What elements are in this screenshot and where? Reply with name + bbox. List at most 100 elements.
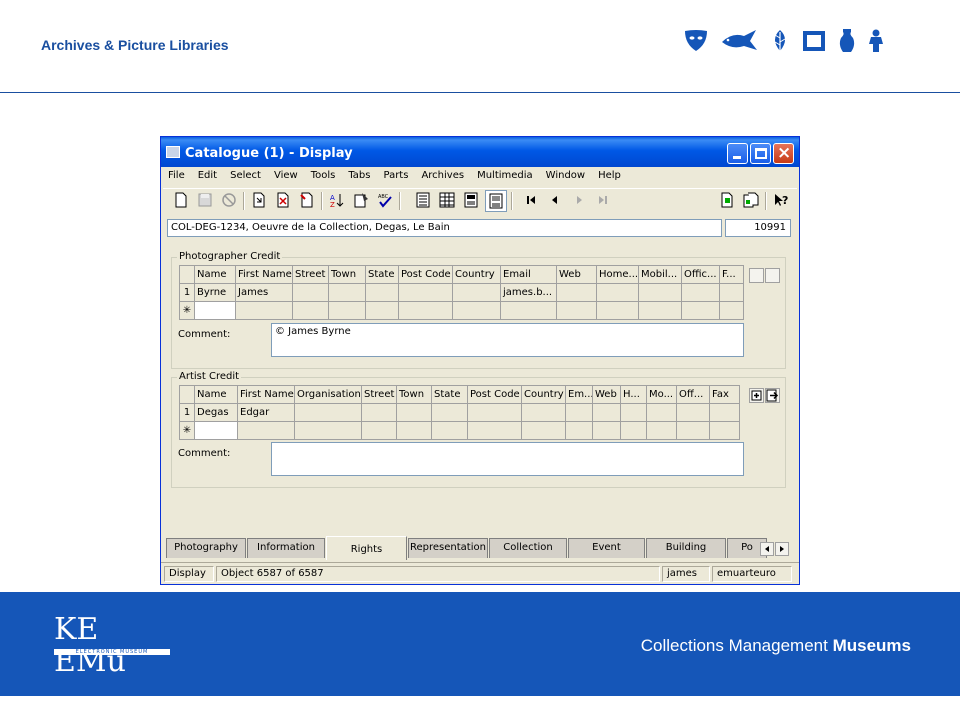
tab-collection[interactable]: Collection (489, 538, 567, 558)
table-cell[interactable] (194, 421, 238, 440)
column-header[interactable]: Post Code (398, 265, 453, 284)
sort-icon[interactable]: AZ (329, 192, 345, 208)
report-icon[interactable] (353, 192, 369, 208)
column-header[interactable]: Country (452, 265, 501, 284)
column-header[interactable]: Em... (565, 385, 593, 404)
column-header[interactable]: First Name (235, 265, 293, 284)
help-icon[interactable]: ? (773, 192, 789, 208)
menu-tools[interactable]: Tools (304, 167, 342, 185)
table-cell[interactable] (676, 421, 710, 440)
tab-representation[interactable]: Representation (408, 538, 488, 558)
table-cell[interactable]: Edgar (237, 403, 295, 422)
previous-record-icon[interactable] (547, 192, 563, 208)
window-titlebar[interactable]: Catalogue (1) - Display × (161, 137, 799, 167)
column-header[interactable]: Post Code (467, 385, 522, 404)
edit-record-icon[interactable] (299, 192, 315, 208)
column-header[interactable]: Town (396, 385, 432, 404)
page-view-icon[interactable] (463, 192, 479, 208)
tab-building[interactable]: Building (646, 538, 726, 558)
display-view-button[interactable] (485, 190, 507, 212)
attach-row-button[interactable] (749, 268, 764, 283)
column-header[interactable]: Home... (596, 265, 639, 284)
tab-event[interactable]: Event (568, 538, 645, 558)
table-cell[interactable] (235, 301, 293, 320)
tab-information[interactable]: Information (247, 538, 325, 558)
table-cell[interactable]: Degas (194, 403, 238, 422)
column-header[interactable]: F... (719, 265, 744, 284)
table-cell[interactable] (365, 283, 399, 302)
table-cell[interactable] (646, 421, 677, 440)
tab-scroll-left[interactable] (760, 542, 774, 556)
table-cell[interactable] (361, 421, 397, 440)
table-cell[interactable] (396, 421, 432, 440)
column-header[interactable]: Town (328, 265, 366, 284)
table-cell[interactable] (620, 421, 647, 440)
new-row[interactable]: ✳ (179, 421, 740, 440)
column-header[interactable]: State (431, 385, 468, 404)
table-cell[interactable] (467, 421, 522, 440)
menu-help[interactable]: Help (591, 167, 627, 185)
table-cell[interactable] (646, 403, 677, 422)
table-cell[interactable] (365, 301, 399, 320)
table-cell[interactable] (681, 301, 720, 320)
table-cell[interactable] (328, 301, 366, 320)
column-header[interactable]: Street (361, 385, 397, 404)
table-cell[interactable]: james.b... (500, 283, 557, 302)
table-cell[interactable] (521, 421, 566, 440)
table-cell[interactable] (638, 301, 682, 320)
first-record-icon[interactable] (523, 192, 539, 208)
close-button[interactable]: × (773, 143, 794, 164)
table-row[interactable]: 1 Degas Edgar (179, 403, 740, 422)
table-row[interactable]: 1 Byrne James james.b... (179, 283, 744, 302)
table-cell[interactable] (328, 283, 366, 302)
table-cell[interactable]: James (235, 283, 293, 302)
table-cell[interactable] (521, 403, 566, 422)
cancel-icon[interactable] (221, 192, 237, 208)
column-header[interactable]: Web (556, 265, 597, 284)
table-cell[interactable] (396, 403, 432, 422)
next-record-icon[interactable] (571, 192, 587, 208)
detach-artist-button[interactable] (765, 388, 780, 403)
table-cell[interactable] (237, 421, 295, 440)
table-cell[interactable] (398, 301, 453, 320)
table-cell[interactable] (681, 283, 720, 302)
table-cell[interactable] (556, 283, 597, 302)
table-cell[interactable] (500, 301, 557, 320)
column-header[interactable]: Offic... (681, 265, 720, 284)
spellcheck-icon[interactable]: ABC (377, 192, 393, 208)
table-cell[interactable] (709, 403, 740, 422)
delete-record-icon[interactable] (275, 192, 291, 208)
table-cell[interactable] (292, 283, 329, 302)
column-header[interactable]: Organisation (294, 385, 362, 404)
table-cell[interactable] (398, 283, 453, 302)
last-record-icon[interactable] (595, 192, 611, 208)
tab-scroll-right[interactable] (775, 542, 789, 556)
detach-row-button[interactable] (765, 268, 780, 283)
table-cell[interactable] (620, 403, 647, 422)
column-header[interactable]: Country (521, 385, 566, 404)
menu-select[interactable]: Select (223, 167, 267, 185)
column-header[interactable]: Street (292, 265, 329, 284)
table-cell[interactable]: Byrne (194, 283, 236, 302)
table-cell[interactable] (194, 301, 236, 320)
menu-edit[interactable]: Edit (191, 167, 223, 185)
attach-icon[interactable] (719, 192, 735, 208)
maximize-button[interactable] (750, 143, 771, 164)
table-cell[interactable] (719, 283, 744, 302)
table-cell[interactable] (294, 421, 362, 440)
column-header[interactable]: H... (620, 385, 647, 404)
table-cell[interactable] (452, 301, 501, 320)
column-header[interactable]: Email (500, 265, 557, 284)
attach-artist-button[interactable] (749, 388, 764, 403)
minimize-button[interactable] (727, 143, 748, 164)
menu-view[interactable]: View (267, 167, 304, 185)
table-cell[interactable] (292, 301, 329, 320)
menu-parts[interactable]: Parts (376, 167, 414, 185)
menu-file[interactable]: File (161, 167, 191, 185)
save-icon[interactable] (197, 192, 213, 208)
table-cell[interactable] (294, 403, 362, 422)
table-cell[interactable] (592, 421, 621, 440)
artist-comment-field[interactable] (271, 442, 744, 476)
table-cell[interactable] (431, 403, 468, 422)
column-header[interactable]: Off... (676, 385, 710, 404)
